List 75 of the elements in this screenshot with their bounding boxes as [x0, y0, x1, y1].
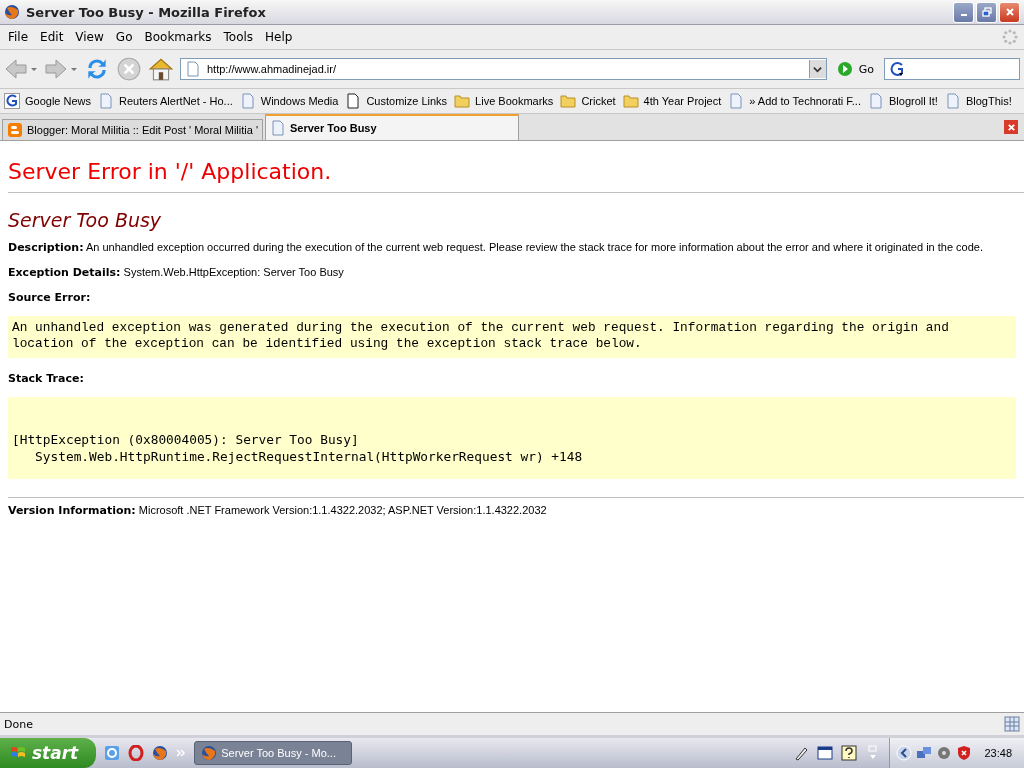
folder-icon — [560, 93, 577, 109]
error-title: Server Too Busy — [8, 209, 163, 231]
opera-icon[interactable] — [128, 745, 145, 761]
menu-item[interactable]: Go — [109, 28, 139, 46]
version-text: Version Information: Microsoft .NET Framework Version:1.1.4322.2032; ASP.NET Version:1.1.4322.2032 — [8, 504, 548, 517]
browser-tab[interactable]: Blogger: Moral Militia :: Edit Post ' Moral Militia ' — [2, 119, 263, 140]
bookmark-item[interactable]: BlogThis! — [944, 93, 1012, 109]
bookmark-item[interactable]: Live Bookmarks — [454, 93, 554, 109]
firefox-icon — [4, 4, 20, 20]
stack-trace-label: Stack Trace: — [8, 372, 85, 385]
close-icon — [1006, 122, 1016, 132]
page-icon — [270, 120, 286, 136]
menu-item[interactable]: View — [69, 28, 110, 46]
menu-item[interactable]: Bookmarks — [138, 28, 218, 46]
status-text: Done — [4, 717, 33, 731]
exception-details-text: Exception Details: System.Web.HttpException: Server Too Busy — [8, 266, 345, 279]
grid-icon — [1004, 716, 1020, 732]
minimize-icon — [960, 14, 967, 16]
close-button[interactable] — [999, 1, 1020, 23]
bookmark-item[interactable]: » Add to Technorati F... — [728, 93, 861, 109]
page-icon — [345, 93, 362, 109]
page-icon — [98, 93, 115, 109]
bookmark-item[interactable]: Cricket — [560, 93, 616, 109]
clock: 23:48 — [984, 747, 1012, 759]
bookmark-item[interactable]: 4th Year Project — [622, 93, 722, 109]
address-field[interactable]: http://www.ahmadinejad.ir/ — [180, 58, 827, 80]
pen-icon[interactable] — [793, 745, 810, 761]
window-title: Server Too Busy - Mozilla Firefox — [26, 4, 267, 20]
shield-icon[interactable] — [956, 745, 973, 761]
page-icon — [728, 93, 745, 109]
google-icon — [889, 61, 905, 77]
firefox-icon[interactable] — [152, 745, 169, 761]
menu-item[interactable]: File — [2, 28, 35, 46]
minimize-button[interactable] — [953, 1, 974, 23]
chevron-down-icon — [813, 64, 823, 74]
source-error-label: Source Error: — [8, 291, 92, 304]
description-text: Description: An unhandled exception occurred during the execution of the current web request. Please review the stack trace for more information about the error and where it originated in the code. — [8, 241, 985, 254]
stack-trace-line: [HttpException (0x80004005): Server Too Busy] — [12, 431, 360, 448]
firefox-icon — [201, 745, 218, 761]
taskbar-button[interactable]: Server Too Busy - Mo... — [194, 741, 353, 765]
error-heading: Server Error in '/' Application. — [8, 159, 333, 184]
search-field[interactable] — [884, 58, 1020, 80]
google-icon — [4, 93, 20, 109]
restore-icon — [981, 7, 992, 17]
close-tab-button[interactable] — [1004, 120, 1018, 134]
dropdown-button[interactable] — [808, 60, 826, 78]
bookmark-item[interactable]: Google News — [4, 93, 92, 109]
menu-item[interactable]: Help — [259, 28, 299, 46]
page-icon — [185, 61, 201, 77]
go-button[interactable]: Go — [832, 61, 878, 77]
help-icon[interactable] — [841, 745, 858, 761]
stack-trace-line: System.Web.HttpRuntime.RejectRequestInternal(HttpWorkerRequest wr) +148 — [34, 448, 584, 465]
disc-icon[interactable] — [936, 745, 953, 761]
folder-icon — [622, 93, 639, 109]
play-icon — [836, 61, 853, 77]
throbber-icon — [1002, 29, 1018, 45]
blogger-icon — [7, 122, 23, 138]
bookmark-item[interactable]: Customize Links — [345, 93, 448, 109]
bookmark-item[interactable]: Reuters AlertNet - Ho... — [98, 93, 233, 109]
page-icon — [239, 93, 256, 109]
page-icon — [868, 93, 884, 109]
collapse-icon[interactable] — [896, 745, 913, 761]
network-icon[interactable] — [916, 745, 933, 761]
source-error-line: location of the exception can be identified using the exception stack trace below. — [12, 336, 643, 352]
menu-item[interactable]: Tools — [217, 28, 260, 46]
page-icon — [944, 93, 961, 109]
bookmark-item[interactable]: Windows Media — [239, 93, 339, 109]
restore-button[interactable] — [976, 1, 997, 23]
folder-icon — [454, 93, 471, 109]
close-icon — [1004, 7, 1015, 17]
source-error-line: An unhandled exception was generated during the execution of the current web request. Information regarding the origin and — [12, 320, 950, 336]
menu-item[interactable]: Edit — [34, 28, 70, 46]
bookmark-item[interactable]: Blogroll It! — [868, 93, 938, 109]
home-icon[interactable] — [148, 56, 174, 82]
browser-tab[interactable]: Server Too Busy — [265, 114, 519, 140]
